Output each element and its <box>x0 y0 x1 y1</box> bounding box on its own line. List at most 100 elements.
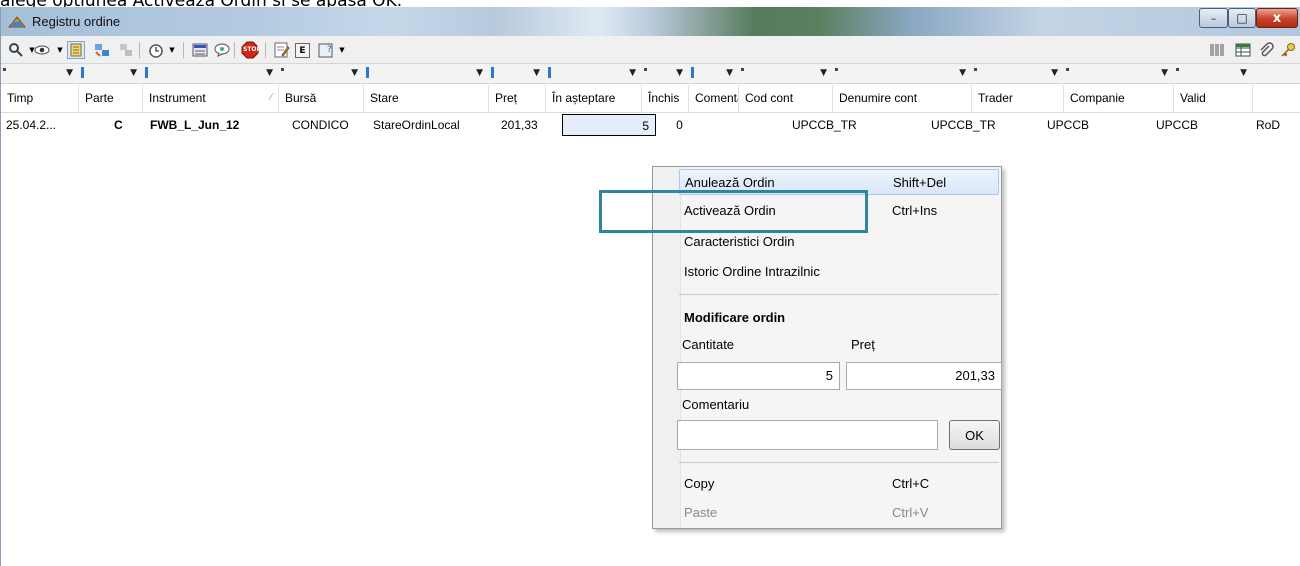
menu-item-label: Paste <box>684 505 718 520</box>
clock-dropdown-icon[interactable]: ▼ <box>163 41 181 59</box>
column-header-label: Bursă <box>285 91 317 105</box>
eye-icon[interactable] <box>33 41 51 59</box>
column-header-label: Preț <box>495 91 518 105</box>
filter-dropdown-icon[interactable]: ▼ <box>476 68 483 78</box>
column-filter[interactable]: ▼ <box>1 65 79 83</box>
column-filter[interactable]: ▼ <box>364 65 489 83</box>
minimize-button[interactable]: – <box>1199 8 1228 28</box>
sort-icon: ⁄ <box>270 92 272 102</box>
menu-item-istoric-ordine[interactable]: Istoric Ordine Intrazilnic <box>679 259 999 285</box>
filter-indicator-icon <box>145 67 148 78</box>
filter-dropdown-icon[interactable]: ▼ <box>533 68 540 78</box>
menu-item-shortcut: Ctrl+C <box>892 476 930 491</box>
column-filter[interactable]: ▼ <box>833 65 972 83</box>
filter-indicator-icon <box>741 68 744 71</box>
filter-dropdown-icon[interactable]: ▼ <box>1051 68 1058 78</box>
list-icon[interactable] <box>191 41 209 59</box>
cell-denumire-cont: UPCCB_TR <box>931 118 996 132</box>
column-filter[interactable]: ▼ <box>1064 65 1174 83</box>
chat-icon[interactable] <box>213 41 231 59</box>
cell-inchis: 0 <box>676 118 683 132</box>
inactive-transfer-icon[interactable] <box>117 41 135 59</box>
window-title: Registru ordine <box>32 14 121 29</box>
column-header[interactable]: Valid <box>1174 85 1253 113</box>
transfer-icon[interactable] <box>93 41 111 59</box>
menu-item-copy[interactable]: Copy Ctrl+C <box>679 471 999 497</box>
column-header[interactable]: În așteptare <box>546 85 642 113</box>
column-filter[interactable]: ▼ <box>1174 65 1253 83</box>
minimize-icon: – <box>1210 11 1217 25</box>
filter-dropdown-icon[interactable]: ▼ <box>266 68 273 78</box>
attach-icon[interactable] <box>1257 41 1275 59</box>
column-header[interactable]: Închis <box>642 85 689 113</box>
menu-separator <box>679 462 999 463</box>
edit-icon[interactable] <box>273 41 291 59</box>
table-row[interactable]: 25.04.2... C FWB_L_Jun_12 CONDICO StareO… <box>1 114 1300 136</box>
maximize-icon: □ <box>1236 11 1248 25</box>
titlebar: Registru ordine – □ x <box>1 7 1300 36</box>
barcode-icon[interactable] <box>1208 41 1226 59</box>
quantity-field[interactable]: 5 <box>677 362 840 390</box>
menu-item-paste[interactable]: Paste Ctrl+V <box>679 500 999 526</box>
app-icon <box>8 16 26 28</box>
column-header-label: Stare <box>370 91 399 105</box>
exchange-icon[interactable]: E <box>295 43 310 58</box>
column-header[interactable]: Stare <box>364 85 489 113</box>
ok-button[interactable]: OK <box>949 420 1000 450</box>
cell-timp: 25.04.2... <box>6 118 57 132</box>
column-header[interactable]: Bursă <box>279 85 364 113</box>
cell-in-asteptare[interactable]: 5 <box>562 114 656 136</box>
column-filter[interactable]: ▼ <box>489 65 546 83</box>
filter-dropdown-icon[interactable]: ▼ <box>629 68 636 78</box>
cell-bursa: CONDICO <box>292 118 349 132</box>
close-button[interactable]: x <box>1256 8 1298 28</box>
price-field[interactable]: 201,33 <box>846 362 1002 390</box>
column-header[interactable]: Instrument ⁄ <box>143 85 279 113</box>
column-header[interactable]: Denumire cont <box>833 85 972 113</box>
help-dropdown-icon[interactable]: ▼ <box>333 41 351 59</box>
filter-dropdown-icon[interactable]: ▼ <box>1240 68 1247 78</box>
column-header-label: Timp <box>7 91 34 105</box>
column-filter[interactable]: ▼ <box>143 65 279 83</box>
column-filter[interactable]: ▼ <box>972 65 1064 83</box>
price-label: Preț <box>851 337 875 352</box>
stop-icon[interactable]: STOP <box>241 41 261 59</box>
column-header[interactable]: Comenta <box>689 85 739 113</box>
filter-dropdown-icon[interactable]: ▼ <box>726 68 733 78</box>
column-header[interactable]: Preț <box>489 85 546 113</box>
filter-indicator-icon <box>974 68 977 71</box>
column-filter[interactable]: ▼ <box>279 65 364 83</box>
toolbar-separator <box>234 42 235 58</box>
filter-dropdown-icon[interactable]: ▼ <box>1161 68 1168 78</box>
column-filter[interactable]: ▼ <box>642 65 689 83</box>
key-icon[interactable] <box>1279 41 1297 59</box>
column-header[interactable]: Timp <box>1 85 79 113</box>
comment-field[interactable] <box>677 420 938 450</box>
filter-dropdown-icon[interactable]: ▼ <box>676 68 683 78</box>
column-header[interactable]: Parte <box>79 85 143 113</box>
cell-valid: RoD <box>1256 118 1281 132</box>
column-header[interactable]: Cod cont <box>739 85 833 113</box>
maximize-button[interactable]: □ <box>1228 8 1256 28</box>
column-header-label: Valid <box>1180 91 1206 105</box>
toolbar: ▼ ▼ ▼ STOP E ? ▼ <box>1 36 1300 64</box>
cell-trader: UPCCB <box>1047 118 1090 132</box>
column-header[interactable]: Companie <box>1064 85 1174 113</box>
table-icon[interactable] <box>1234 41 1252 59</box>
column-header[interactable]: Trader <box>972 85 1064 113</box>
quantity-label: Cantitate <box>682 337 735 352</box>
column-filter[interactable]: ▼ <box>689 65 739 83</box>
column-filter[interactable]: ▼ <box>79 65 143 83</box>
filter-dropdown-icon[interactable]: ▼ <box>351 68 358 78</box>
menu-item-label: Caracteristici Ordin <box>684 234 795 249</box>
menu-separator <box>679 294 999 295</box>
filter-dropdown-icon[interactable]: ▼ <box>130 68 137 78</box>
toolbar-separator <box>183 42 184 58</box>
column-filter[interactable]: ▼ <box>739 65 833 83</box>
filter-dropdown-icon[interactable]: ▼ <box>959 68 966 78</box>
column-filter[interactable]: ▼ <box>546 65 642 83</box>
filter-dropdown-icon[interactable]: ▼ <box>820 68 827 78</box>
filter-indicator-icon <box>281 68 284 71</box>
filter-dropdown-icon[interactable]: ▼ <box>66 68 73 78</box>
order-book-icon[interactable] <box>67 41 85 59</box>
